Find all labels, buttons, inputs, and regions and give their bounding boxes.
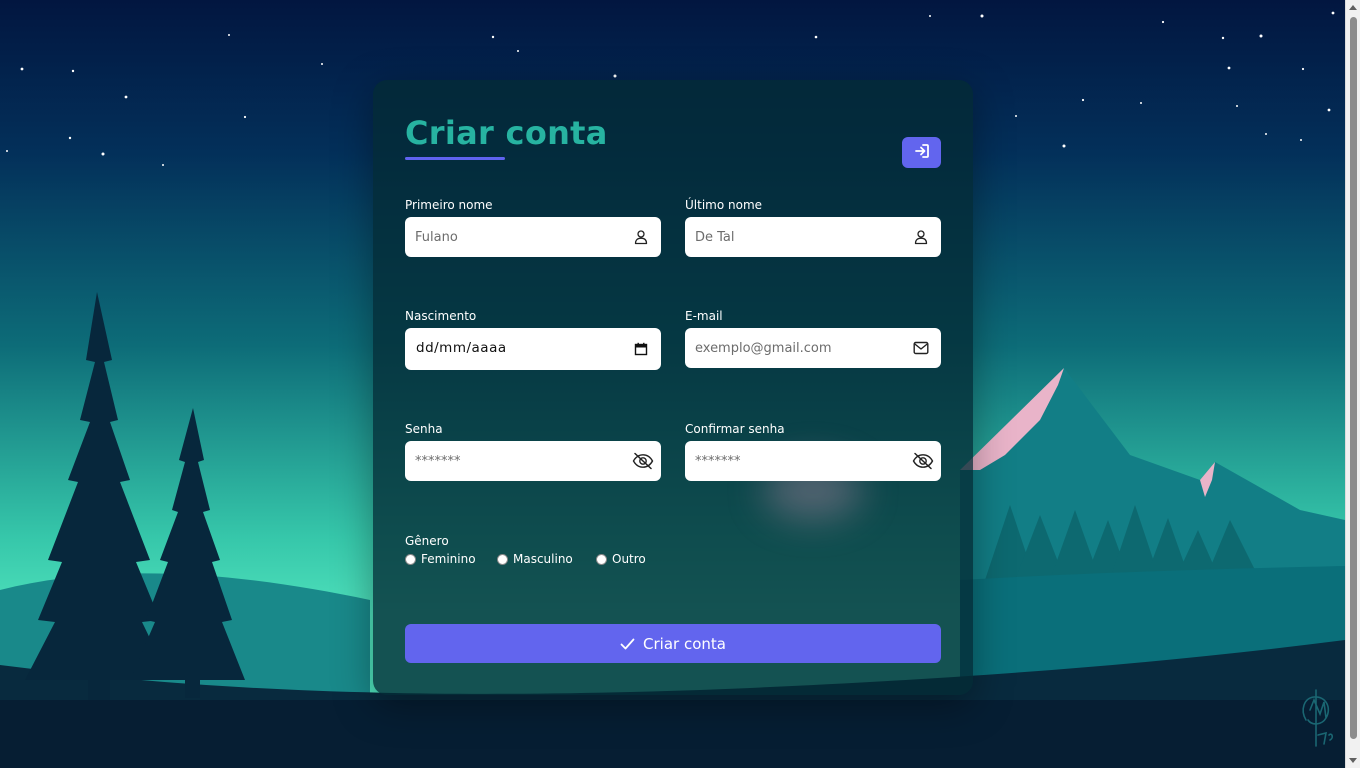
submit-label: Criar conta [643,634,726,653]
birth-label: Nascimento [405,309,477,323]
radio-masculino[interactable] [497,553,508,565]
confirm-password-label: Confirmar senha [685,422,785,436]
scroll-up-icon[interactable] [1349,5,1357,10]
user-icon [632,228,650,246]
scrollbar-thumb[interactable] [1350,17,1357,739]
first-name-label: Primeiro nome [405,198,493,212]
gender-option-label[interactable]: Feminino [421,552,476,566]
eye-off-icon[interactable] [632,452,654,470]
gender-option-label[interactable]: Masculino [513,552,573,566]
radio-feminino[interactable] [405,553,416,565]
birth-date-value[interactable]: dd/mm/aaaa [416,340,507,356]
calendar-icon[interactable] [632,340,650,358]
mail-icon [912,339,930,357]
birth-date-field[interactable]: dd/mm/aaaa [405,328,661,370]
email-input[interactable] [695,328,895,368]
password-label: Senha [405,422,443,436]
user-icon [912,228,930,246]
gender-option-masculino[interactable]: Masculino [497,552,573,566]
login-button[interactable] [902,137,941,168]
title-underline [405,157,505,160]
email-field[interactable] [685,328,941,368]
confirm-password-field[interactable] [685,441,941,481]
password-input[interactable] [415,441,615,481]
last-name-label: Último nome [685,198,763,212]
gender-option-feminino[interactable]: Feminino [405,552,476,566]
signup-card: Criar conta Primeiro nome Último nome [373,80,973,695]
sign-in-icon [914,143,930,162]
gender-option-outro[interactable]: Outro [596,552,646,566]
confirm-password-input[interactable] [695,441,895,481]
check-icon [620,638,635,650]
first-name-field[interactable] [405,217,661,257]
scrollbar[interactable] [1345,0,1360,768]
eye-off-icon[interactable] [912,452,934,470]
gender-label: Gênero [405,534,449,548]
last-name-input[interactable] [695,217,895,257]
page-title: Criar conta [405,114,608,152]
email-label: E-mail [685,309,723,323]
password-field[interactable] [405,441,661,481]
gender-option-label[interactable]: Outro [612,552,646,566]
last-name-field[interactable] [685,217,941,257]
radio-outro[interactable] [596,553,607,565]
scroll-down-icon[interactable] [1349,758,1357,763]
submit-button[interactable]: Criar conta [405,624,941,663]
artist-signature [1296,680,1340,754]
first-name-input[interactable] [415,217,615,257]
